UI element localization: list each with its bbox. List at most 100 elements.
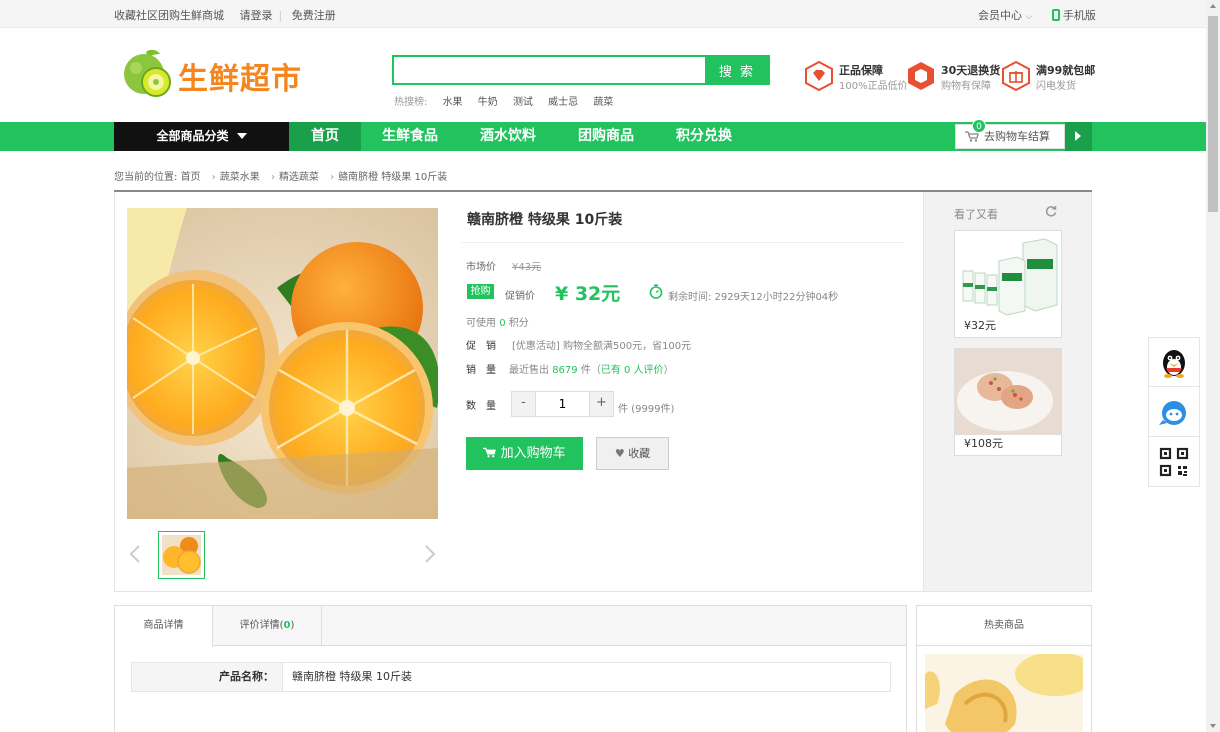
diamond-shield-icon [805, 61, 833, 91]
site-logo[interactable]: 生鲜超市 [120, 46, 302, 102]
tab-reviews[interactable]: 评价详情(0) [213, 606, 322, 646]
market-price-label: 市场价 [466, 262, 496, 273]
favorite-button[interactable]: ♥ 收藏 [596, 437, 669, 470]
pastry-image [925, 654, 1083, 732]
hot-search: 热搜榜: 水果 牛奶 测试 威士忌 蔬菜 [394, 93, 613, 108]
phone-icon [1051, 9, 1060, 21]
qr-code-button[interactable] [1149, 438, 1199, 487]
page-scrollbar[interactable] [1206, 0, 1220, 732]
promo-text: [优惠活动] 购物全额满500元，省100元 [512, 341, 692, 352]
wangwang-chat-button[interactable] [1149, 388, 1199, 437]
search-input[interactable] [394, 57, 706, 83]
nav-fresh-food[interactable]: 生鲜食品 [372, 122, 448, 151]
market-price: ¥43元 [512, 262, 542, 273]
top-links: 收藏社区团购生鲜商城 请登录 | 免费注册 [114, 7, 336, 23]
register-link[interactable]: 免费注册 [292, 7, 336, 23]
quantity-input[interactable] [536, 392, 589, 416]
points-row: 可使用 0 积分 [466, 314, 529, 329]
quantity-minus-button[interactable]: - [512, 392, 536, 416]
hot-word-milk[interactable]: 牛奶 [478, 97, 498, 108]
tab-product-detail[interactable]: 商品详情 [115, 606, 213, 647]
top-bar: 收藏社区团购生鲜商城 请登录 | 免费注册 会员中心 ⌵ 手机版 [0, 0, 1220, 28]
sales-suffix: ） [663, 365, 674, 376]
guarantee-title: 正品保障 [839, 64, 883, 77]
add-to-cart-button[interactable]: 加入购物车 [466, 437, 583, 470]
sales-count: 8679 [552, 365, 578, 376]
heart-icon: ♥ [614, 447, 625, 460]
product-title: 赣南脐橙 特级果 10斤装 [467, 212, 623, 228]
countdown-timer: 剩余时间: 2929天12小时22分钟04秒 [668, 292, 839, 303]
breadcrumb-home[interactable]: 首页 [181, 172, 201, 183]
favorite-label: 收藏 [628, 447, 651, 460]
tab-reviews-prefix: 评价详情( [239, 620, 284, 631]
guarantee-title: 满99就包邮 [1036, 64, 1096, 77]
all-categories-label: 全部商品分类 [156, 129, 229, 143]
qq-service-button[interactable] [1149, 338, 1199, 387]
hot-search-label: 热搜榜: [394, 97, 428, 108]
breadcrumb: 您当前的位置: 首页 › 蔬菜水果 › 精选蔬菜 › 赣南脐橙 特级果 10斤装 [114, 168, 447, 183]
scroll-thumb[interactable] [1208, 16, 1218, 212]
search-bar: 搜 索 [392, 55, 770, 85]
nav-group-buy[interactable]: 团购商品 [568, 122, 644, 151]
also-viewed-item[interactable]: ¥108元 [954, 348, 1062, 456]
add-to-cart-label: 加入购物车 [500, 446, 566, 461]
sales-mid: 件（ [580, 365, 601, 376]
gift-shield-icon [1002, 61, 1030, 91]
hot-products-panel: 热卖商品 [916, 605, 1092, 732]
login-link[interactable]: 请登录 [240, 7, 273, 23]
logo-text: 生鲜超市 [178, 62, 302, 97]
all-categories-menu[interactable]: 全部商品分类 [114, 122, 289, 151]
sale-price: ¥ 32元 [555, 283, 621, 305]
breadcrumb-selected-veg[interactable]: 精选蔬菜 [279, 172, 319, 183]
main-nav: 全部商品分类 首页 生鲜食品 酒水饮料 团购商品 积分兑换 0 去购物车结算 [0, 119, 1220, 151]
scroll-up-arrow-icon[interactable] [1210, 4, 1216, 8]
breadcrumb-prefix: 您当前的位置: [114, 172, 178, 183]
cart-icon [483, 438, 497, 458]
guarantee-return: 30天退换货 购物有保障 [907, 61, 1007, 93]
thumb-next-icon[interactable] [424, 544, 436, 564]
quantity-stepper: - + [511, 391, 614, 417]
breadcrumb-fruits[interactable]: 蔬菜水果 [220, 172, 260, 183]
guarantee-authentic: 正品保障 100%正品低价 [805, 61, 908, 93]
orange-thumbnail-image [162, 535, 201, 575]
search-button[interactable]: 搜 索 [705, 55, 769, 85]
qr-code-icon [1159, 447, 1189, 477]
nav-points-exchange[interactable]: 积分兑换 [666, 122, 742, 151]
product-thumbnail[interactable] [158, 531, 205, 579]
guarantee-subtitle: 100%正品低价 [839, 81, 908, 92]
milk-box-image [955, 231, 1061, 317]
chevron-right-icon: › [211, 172, 216, 183]
hot-word-vegetable[interactable]: 蔬菜 [593, 97, 613, 108]
hot-word-whisky[interactable]: 威士忌 [548, 97, 578, 108]
nav-home[interactable]: 首页 [289, 122, 361, 151]
hot-word-test[interactable]: 测试 [513, 97, 533, 108]
cart-checkout-label: 去购物车结算 [984, 130, 1050, 143]
flash-sale-badge: 抢购 [467, 284, 494, 299]
favorite-site-link[interactable]: 收藏社区团购生鲜商城 [114, 7, 224, 23]
sales-row: 最近售出 8679 件（已有 0 人评价） [509, 361, 674, 376]
stock-info: 件 (9999件) [618, 404, 675, 415]
mobile-link[interactable]: 手机版 [1063, 9, 1096, 22]
points-value: 0 [499, 318, 506, 329]
refresh-icon[interactable] [1045, 205, 1057, 217]
guarantee-shipping: 满99就包邮 闪电发货 [1002, 61, 1102, 93]
quantity-plus-button[interactable]: + [589, 392, 613, 416]
nav-drinks[interactable]: 酒水饮料 [470, 122, 546, 151]
hot-product-item[interactable] [925, 654, 1083, 732]
also-viewed-price: ¥108元 [964, 437, 1003, 450]
title-divider [462, 242, 904, 243]
product-main-image[interactable] [127, 208, 438, 519]
cart-checkout-button[interactable]: 0 去购物车结算 [955, 119, 1065, 149]
member-center-link[interactable]: 会员中心 [978, 9, 1022, 22]
caret-down-icon [236, 133, 247, 139]
hot-word-fruit[interactable]: 水果 [443, 97, 463, 108]
cart-arrow-button[interactable] [1065, 122, 1092, 151]
points-suffix: 积分 [508, 318, 529, 329]
review-count-link[interactable]: 已有 0 人评价 [601, 365, 664, 376]
also-viewed-item[interactable]: ¥32元 [954, 230, 1062, 338]
points-prefix: 可使用 [466, 318, 496, 329]
thumb-prev-icon[interactable] [129, 544, 141, 564]
chevron-down-icon: ⌵ [1025, 12, 1033, 22]
scroll-down-arrow-icon[interactable] [1210, 724, 1216, 728]
hot-products-title: 热卖商品 [917, 606, 1091, 646]
